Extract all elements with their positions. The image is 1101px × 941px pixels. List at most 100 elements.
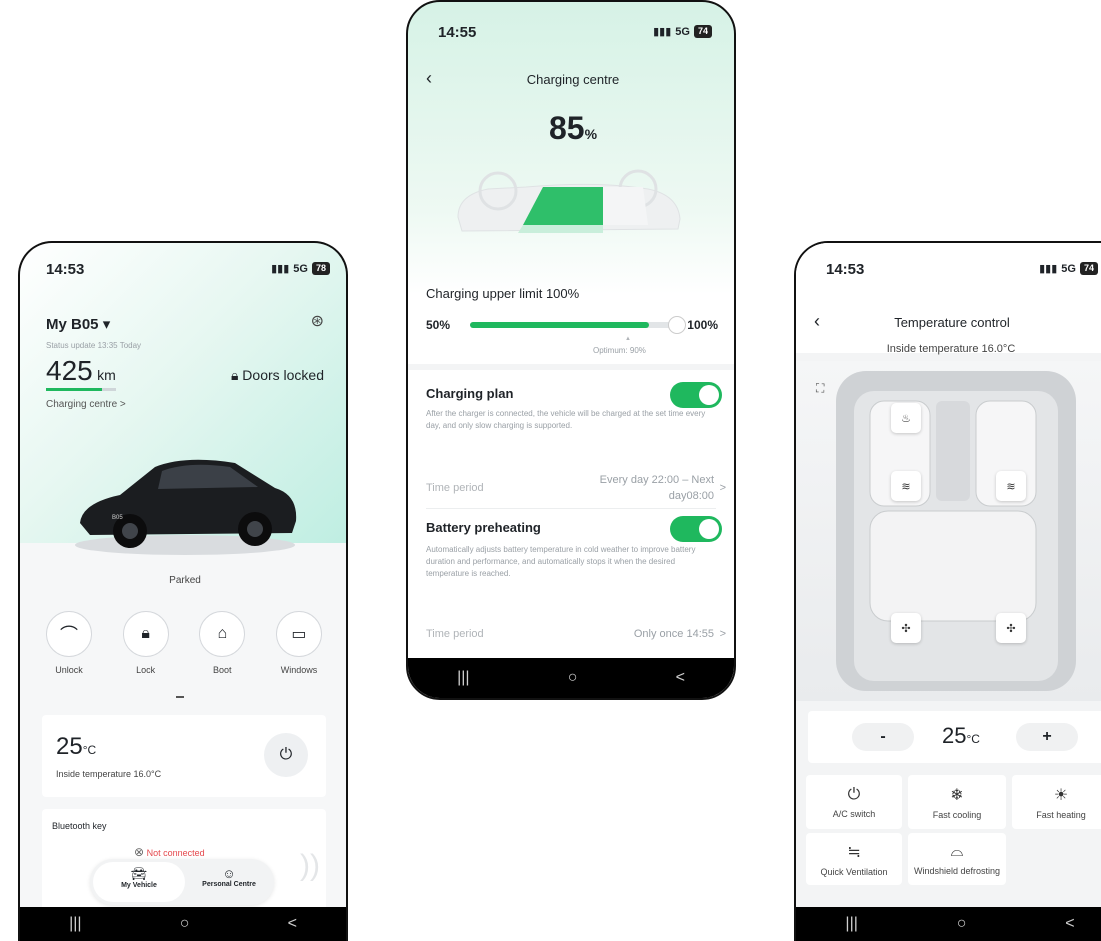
signal-icon: ▮▮▮ <box>653 26 672 38</box>
charging-centre-link[interactable]: Charging centre > <box>46 399 126 410</box>
fast-heating-tile[interactable]: ☀ Fast heating <box>1012 775 1101 829</box>
charging-plan-title: Charging plan <box>426 386 514 401</box>
vehicle-title[interactable]: My B05 ▾ <box>46 315 110 333</box>
preheating-time-row[interactable]: Time period Only once 14:55 > <box>426 620 726 648</box>
system-nav-bar: ||| ○ < <box>20 907 346 941</box>
lock-icon[interactable]: 🔒︎ <box>122 611 169 657</box>
charging-plan-time-row[interactable]: Time period Every day 22:00 – Next day08… <box>426 470 726 506</box>
back-arrow-icon[interactable]: ‹ <box>814 311 820 332</box>
network-type: 5G <box>293 262 308 275</box>
system-nav-bar: ||| ○ < <box>796 907 1101 941</box>
back-button[interactable]: < <box>1065 915 1074 933</box>
battery-icon: 74 <box>1079 262 1098 275</box>
charging-phone: 14:55 ▮▮▮ 5G 74 ‹ Charging centre 85% Ch… <box>406 0 736 700</box>
back-button[interactable]: < <box>676 669 685 687</box>
snowflake-icon: ❄ <box>950 786 964 804</box>
battery-icon: 78 <box>311 262 330 275</box>
page-title: Temperature control <box>894 315 1010 330</box>
battery-illustration <box>457 169 681 233</box>
inside-temperature: Inside temperature 16.0°C <box>886 343 1016 355</box>
ac-power-icon: ⏻ <box>847 785 861 803</box>
defrost-icon: ⌓ <box>950 842 964 860</box>
recent-apps-button[interactable]: ||| <box>845 915 857 933</box>
home-button[interactable]: ○ <box>180 915 190 933</box>
slider-handle[interactable] <box>668 316 686 334</box>
status-bar: 14:55 ▮▮▮ 5G 74 <box>408 2 734 41</box>
tab-personal-centre[interactable]: ☺ Personal Centre <box>186 862 272 902</box>
tab-my-vehicle[interactable]: 🚘︎ My Vehicle <box>93 862 185 902</box>
home-button[interactable]: ○ <box>568 669 578 687</box>
scan-icon[interactable]: ⊛ <box>311 311 324 331</box>
windows-button[interactable]: ▭ Windows <box>264 611 334 675</box>
window-icon[interactable]: ▭ <box>275 611 322 657</box>
fast-cooling-tile[interactable]: ❄ Fast cooling <box>908 775 1006 829</box>
bluetooth-icon: ⊗ <box>134 845 145 859</box>
increase-temp-button[interactable]: + <box>1016 723 1078 751</box>
range-display: 425 km <box>46 355 116 387</box>
status-time: 14:55 <box>438 24 477 41</box>
car-badge: B05 <box>112 515 123 521</box>
page-indicator <box>176 696 184 698</box>
charge-percent: 85% <box>548 110 598 146</box>
status-bar: 14:53 ▮▮▮ 5G 78 <box>20 243 346 278</box>
bottom-tab-bar: 🚘︎ My Vehicle ☺ Personal Centre <box>90 859 274 905</box>
rear-right-vent-button[interactable]: ✣ <box>996 613 1026 643</box>
ac-power-button[interactable]: ⏻ <box>264 733 308 777</box>
lock-button[interactable]: 🔒︎ Lock <box>111 611 181 675</box>
seat-heat-icon: ≋ <box>1006 480 1016 493</box>
car-boot-icon[interactable]: ⌂ <box>199 611 246 657</box>
preheating-time-label: Time period <box>426 628 484 640</box>
page-title: Charging centre <box>526 72 620 87</box>
quick-ventilation-tile[interactable]: ≒ Quick Ventilation <box>806 833 902 885</box>
doors-status: 🔒︎ Doors locked <box>230 367 324 383</box>
status-time: 14:53 <box>826 261 865 278</box>
left-window-icon[interactable]: ⛶ <box>816 381 824 396</box>
unlock-icon[interactable]: ⌒ <box>46 611 92 657</box>
windshield-defrost-tile[interactable]: ⌓ Windshield defrosting <box>908 833 1006 885</box>
upper-limit-slider[interactable]: ▲ <box>470 316 686 342</box>
passenger-seat-heat-button[interactable]: ≋ <box>996 471 1026 501</box>
fan-icon: ✣ <box>901 622 911 635</box>
vehicle-phone: 14:53 ▮▮▮ 5G 78 My B05 ▾ ⊛ Status update… <box>18 241 348 941</box>
charging-plan-toggle[interactable] <box>670 382 722 408</box>
battery-preheating-desc: Automatically adjusts battery temperatur… <box>426 545 696 578</box>
charging-plan-time-value: Every day 22:00 – Next day08:00 <box>599 474 714 502</box>
network-type: 5G <box>675 25 690 38</box>
signal-icon: ▮▮▮ <box>1039 263 1058 275</box>
car-image: B05 <box>75 459 297 555</box>
wind-icon: ≒ <box>847 843 861 861</box>
bluetooth-status: ⊗ Not connected <box>134 845 205 859</box>
boot-button[interactable]: ⌂ Boot <box>187 611 257 675</box>
battery-preheating-toggle[interactable] <box>670 516 722 542</box>
section-divider <box>408 364 734 370</box>
recent-apps-button[interactable]: ||| <box>69 915 81 933</box>
slider-fill <box>470 322 649 328</box>
range-bar <box>46 388 116 391</box>
back-button[interactable]: < <box>288 915 297 933</box>
status-update: Status update 13:35 Today <box>46 341 142 350</box>
signal-waves-icon: )) <box>300 849 320 882</box>
network-type: 5G <box>1061 262 1076 275</box>
ac-switch-tile[interactable]: ⏻ A/C switch <box>806 775 902 829</box>
fan-icon: ✣ <box>1006 622 1016 635</box>
upper-limit-label: Charging upper limit 100% <box>426 286 580 301</box>
steering-heat-button[interactable]: ♨ <box>891 403 921 433</box>
chevron-right-icon: > <box>719 628 726 640</box>
optimum-label: Optimum: 90% <box>593 346 646 355</box>
status-time: 14:53 <box>46 261 85 278</box>
recent-apps-button[interactable]: ||| <box>457 669 469 687</box>
person-icon: ☺ <box>222 866 236 881</box>
climate-card[interactable]: 25°C Inside temperature 16.0°C ⏻ <box>42 715 326 797</box>
signal-icon: ▮▮▮ <box>271 263 290 275</box>
preheating-time-value: Only once 14:55 <box>633 628 714 640</box>
home-button[interactable]: ○ <box>957 915 967 933</box>
chevron-right-icon: > <box>719 482 726 494</box>
ac-power-icon: ⏻ <box>279 746 293 763</box>
rear-left-vent-button[interactable]: ✣ <box>891 613 921 643</box>
quick-actions: ⌒ Unlock 🔒︎ Lock ⌂ Boot ▭ Windows <box>34 611 334 675</box>
unlock-button[interactable]: ⌒ Unlock <box>34 611 104 675</box>
driver-seat-heat-button[interactable]: ≋ <box>891 471 921 501</box>
range-unit: km <box>97 367 116 383</box>
range-bar-fill <box>46 388 102 391</box>
slider-optimum-marker: ▲ <box>625 336 631 342</box>
